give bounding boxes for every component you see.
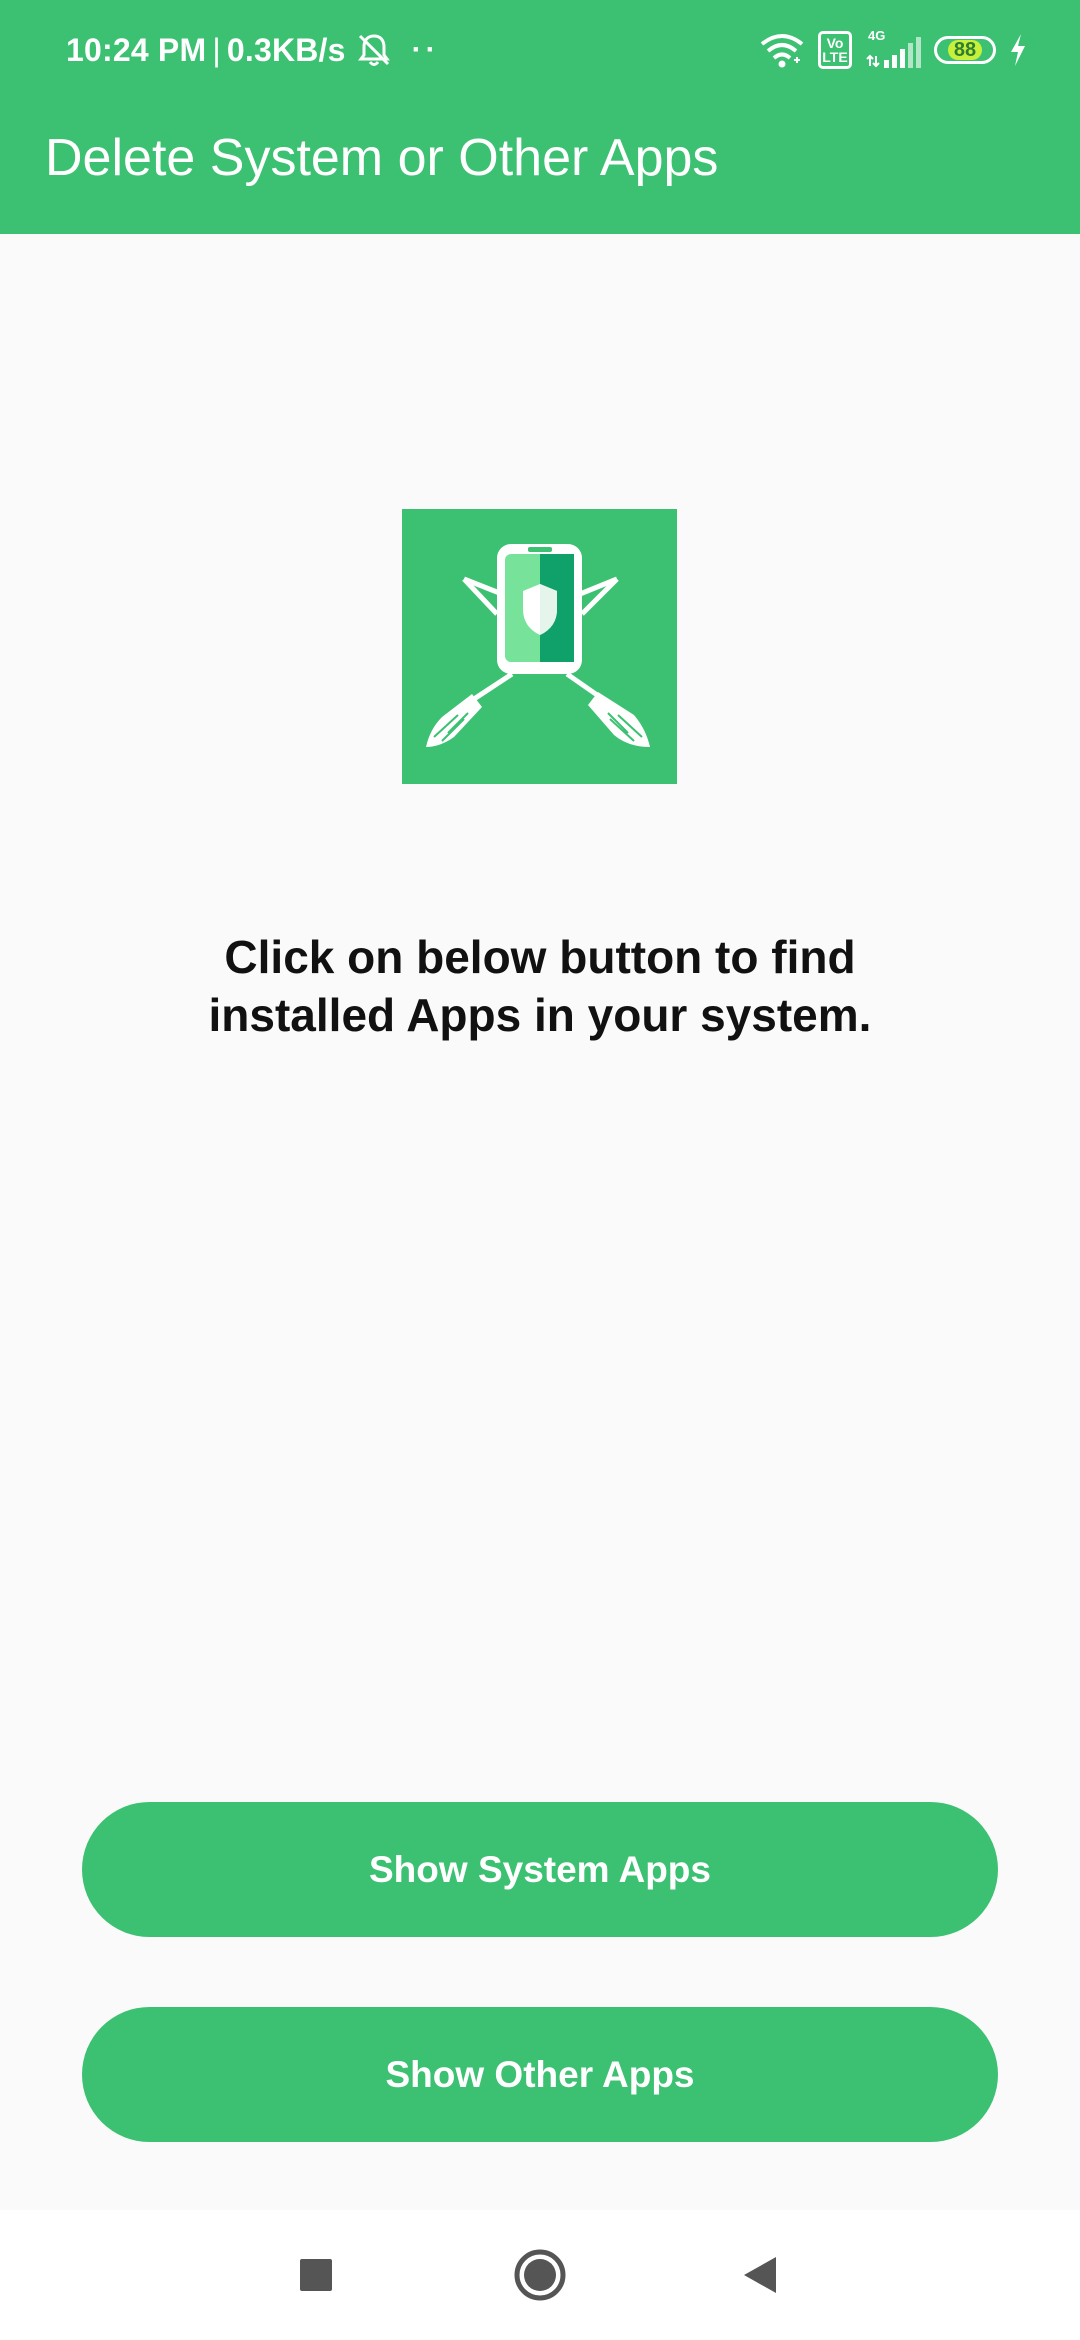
- phone-shield-brooms-icon: [402, 509, 677, 784]
- show-system-apps-button[interactable]: Show System Apps: [82, 1802, 998, 1937]
- mute-bell-icon: [357, 34, 390, 66]
- page-title: Delete System or Other Apps: [45, 129, 719, 187]
- back-triangle-icon: [744, 2257, 776, 2293]
- network-speed: 0.3KB/s: [226, 31, 346, 68]
- battery-icon: 88: [934, 36, 996, 64]
- notification-dots: ··: [411, 33, 440, 66]
- app-screen: 10:24 PM | 0.3KB/s ·· Vo LTE 4G 88 Delet…: [0, 0, 1080, 2340]
- status-separator: |: [212, 31, 221, 68]
- navigation-bar: [0, 2210, 1080, 2340]
- battery-level: 88: [947, 40, 983, 60]
- wifi-icon: [760, 34, 804, 68]
- recents-button[interactable]: [256, 2210, 376, 2340]
- status-time: 10:24 PM: [66, 31, 207, 68]
- volte-icon: Vo LTE: [818, 31, 852, 69]
- status-right: Vo LTE 4G 88: [758, 28, 1028, 72]
- cellular-signal-icon: 4G: [864, 28, 922, 70]
- app-header: 10:24 PM | 0.3KB/s ·· Vo LTE 4G 88 Delet…: [0, 0, 1080, 234]
- home-circle-icon: [514, 2249, 566, 2301]
- back-button[interactable]: [700, 2210, 820, 2340]
- show-other-apps-button[interactable]: Show Other Apps: [82, 2007, 998, 2142]
- charging-icon: [1011, 34, 1025, 66]
- recents-square-icon: [300, 2259, 332, 2291]
- instruction-text: Click on below button to find installed …: [208, 931, 872, 1041]
- status-left: 10:24 PM | 0.3KB/s ··: [66, 28, 440, 72]
- home-button[interactable]: [480, 2210, 600, 2340]
- status-bar: 10:24 PM | 0.3KB/s ·· Vo LTE 4G 88: [0, 0, 1080, 100]
